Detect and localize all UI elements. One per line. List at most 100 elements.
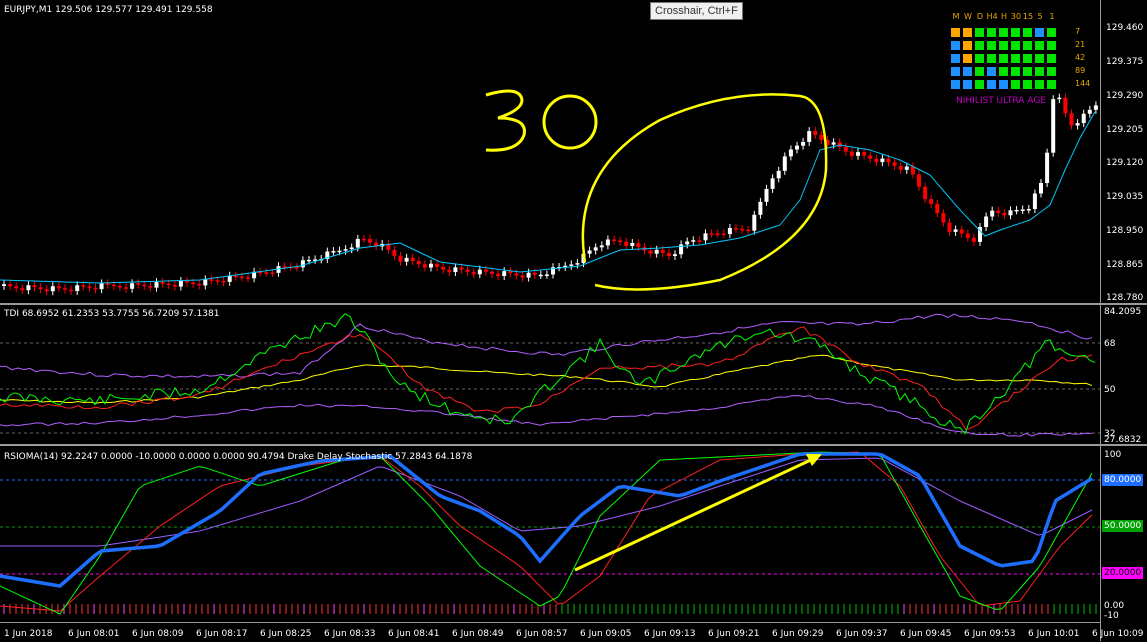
candle-body	[770, 178, 775, 189]
matrix-cell	[1034, 53, 1045, 64]
candle-body	[453, 267, 458, 273]
candle-body	[93, 287, 98, 290]
candle-body	[355, 238, 360, 248]
candle-body	[404, 257, 409, 262]
matrix-cell	[974, 79, 985, 90]
candle-body	[502, 271, 507, 277]
candle-body	[764, 188, 769, 202]
time-tick-label: 6 Jun 08:49	[452, 629, 504, 639]
matrix-cell	[962, 27, 973, 38]
price-chart	[0, 89, 1098, 296]
matrix-cell	[986, 79, 997, 90]
candle-body	[130, 283, 135, 289]
matrix-cell	[974, 66, 985, 77]
candle-body	[605, 239, 610, 246]
candle-body	[569, 264, 574, 266]
candle-body	[44, 289, 49, 292]
candle-body	[654, 249, 659, 254]
candle-body	[886, 158, 891, 163]
matrix-cell	[986, 66, 997, 77]
candle-body	[660, 249, 665, 253]
rsioma-pane[interactable]: RSIOMA(14) 92.2247 0.0000 -10.0000 0.000…	[0, 446, 1100, 622]
matrix-period-label: 42	[1075, 53, 1086, 62]
annotation-circle	[581, 93, 828, 291]
candle-body	[124, 287, 128, 289]
candle-body	[361, 238, 366, 241]
candle-body	[593, 247, 598, 251]
matrix-cell	[950, 79, 961, 90]
candle-body	[880, 158, 885, 163]
candle-body	[477, 269, 482, 275]
candle-body	[1051, 99, 1056, 153]
candle-body	[416, 261, 421, 265]
candle-body	[50, 286, 55, 292]
candle-body	[483, 269, 488, 272]
matrix-cell	[1010, 27, 1021, 38]
tdi-level-label: 50	[1104, 385, 1116, 395]
candle-body	[709, 233, 714, 235]
candle-body	[178, 281, 183, 287]
matrix-cell	[998, 66, 1009, 77]
candle-body	[264, 272, 269, 274]
time-tick-label: 6 Jun 09:37	[836, 629, 888, 639]
tdi-level-label: 84.2095	[1104, 307, 1142, 317]
candle-body	[831, 142, 836, 145]
rsioma-level-label: 80.0000	[1102, 474, 1144, 486]
candle-body	[697, 240, 702, 242]
time-axis[interactable]: 1 Jun 2018 6 Jun 08:01 6 Jun 08:09 6 Jun 08…	[0, 622, 1143, 642]
candle-body	[398, 255, 403, 262]
candle-body	[136, 283, 141, 285]
rsioma-title: RSIOMA(14) 92.2247 0.0000 -10.0000 0.000…	[4, 452, 473, 462]
candle-body	[636, 243, 641, 248]
time-tick-label: 6 Jun 08:41	[388, 629, 440, 639]
price-chart-pane[interactable]: EURJPY,M1 129.506 129.577 129.491 129.55…	[0, 0, 1100, 305]
candle-body	[971, 237, 976, 242]
candle-body	[990, 210, 995, 217]
matrix-cell	[1022, 27, 1033, 38]
candle-body	[782, 156, 787, 171]
candle-body	[343, 249, 348, 251]
matrix-cell	[986, 40, 997, 51]
candle-body	[227, 275, 232, 282]
candle-body	[99, 283, 104, 290]
candle-body	[904, 166, 909, 170]
matrix-cell	[1046, 79, 1057, 90]
matrix-timeframe-label: 1	[1049, 12, 1055, 21]
matrix-cell	[998, 79, 1009, 90]
candle-body	[221, 281, 226, 283]
candle-body	[1069, 113, 1074, 126]
candle-body	[215, 280, 220, 282]
tdi-pane[interactable]: TDI 68.6952 61.2353 53.7755 56.7209 57.1…	[0, 305, 1100, 446]
candle-body	[538, 274, 543, 277]
candle-body	[105, 283, 110, 285]
candle-body	[270, 272, 275, 275]
candle-body	[575, 263, 580, 265]
time-tick-label: 6 Jun 10:01	[1028, 629, 1080, 639]
tdi-level-label: 27.6832	[1104, 435, 1142, 445]
time-tick-label: 6 Jun 09:05	[580, 629, 632, 639]
candle-body	[959, 229, 964, 234]
price-label: 128.780	[1106, 293, 1144, 303]
candle-body	[984, 216, 989, 227]
matrix-cell	[1046, 53, 1057, 64]
matrix-cell	[1034, 27, 1045, 38]
matrix-period-label: 89	[1075, 66, 1086, 75]
tdi-price-line	[0, 313, 1096, 435]
candle-body	[1075, 123, 1080, 126]
price-label: 129.120	[1106, 158, 1144, 168]
matrix-cell	[962, 66, 973, 77]
candle-body	[441, 266, 446, 270]
candle-body	[819, 134, 824, 140]
time-tick-label: 6 Jun 10:09	[1092, 629, 1144, 639]
candle-body	[1032, 193, 1037, 210]
candle-body	[331, 251, 336, 253]
candle-body	[87, 286, 92, 289]
matrix-timeframe-label: H4	[986, 12, 998, 21]
time-tick-label: 6 Jun 08:33	[324, 629, 376, 639]
rsioma-level-label: 100	[1104, 450, 1122, 460]
candle-body	[874, 158, 879, 163]
rsioma-level-label: 20.0000	[1102, 567, 1144, 579]
candle-body	[520, 275, 525, 278]
candle-body	[703, 233, 708, 241]
tdi-market-base-line	[0, 354, 1093, 404]
